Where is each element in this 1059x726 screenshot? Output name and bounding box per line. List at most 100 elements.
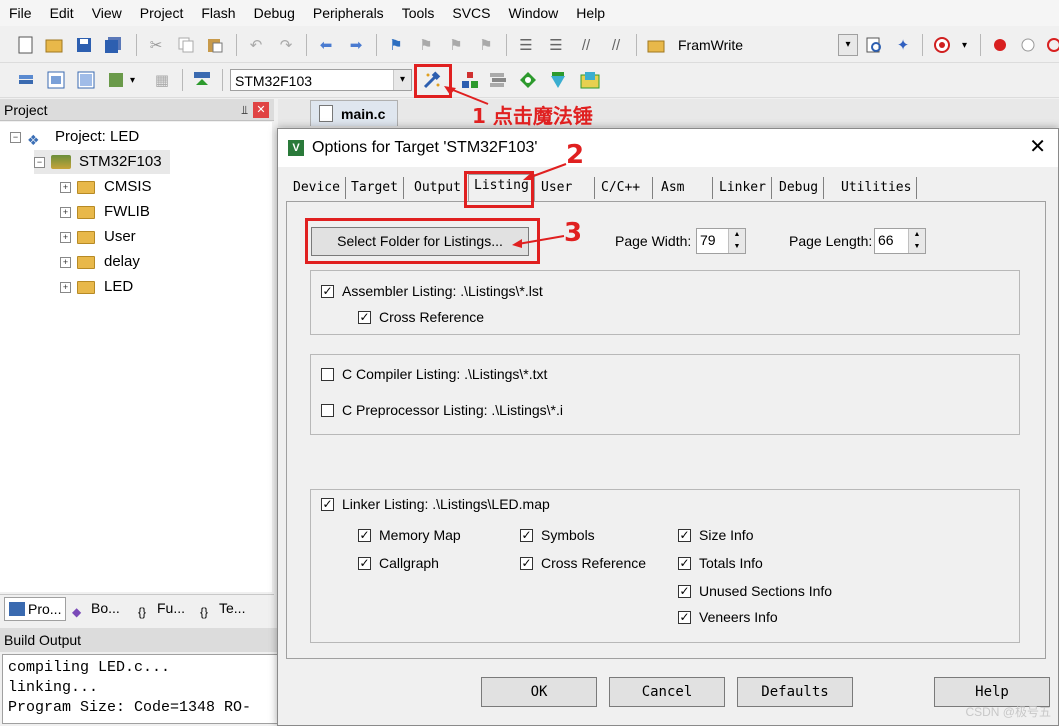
memory-map-checkbox[interactable]: ✓ Memory Map bbox=[358, 525, 461, 545]
translate-icon[interactable] bbox=[16, 70, 36, 90]
expand-icon[interactable]: + bbox=[60, 231, 71, 243]
checkbox-checked[interactable]: ✓ bbox=[358, 528, 371, 542]
tree-group[interactable]: + User bbox=[60, 225, 136, 249]
select-software-packs-icon[interactable] bbox=[548, 70, 568, 90]
target-select[interactable]: STM32F103 ▾ bbox=[230, 69, 412, 91]
file-extensions-icon[interactable] bbox=[488, 70, 508, 90]
menu-svcs[interactable]: SVCS bbox=[443, 0, 499, 26]
indent-icon[interactable]: ☰ bbox=[516, 35, 536, 55]
collapse-icon[interactable]: − bbox=[34, 156, 45, 168]
tree-group[interactable]: + CMSIS bbox=[60, 175, 152, 199]
asm-cross-reference-checkbox[interactable]: ✓ Cross Reference bbox=[358, 307, 484, 327]
tab-c-cpp[interactable]: C/C++ bbox=[596, 177, 653, 199]
save-all-icon[interactable] bbox=[104, 35, 124, 55]
tree-group[interactable]: + delay bbox=[60, 250, 140, 274]
save-icon[interactable] bbox=[74, 35, 94, 55]
breakpoint-icon[interactable] bbox=[990, 35, 1010, 55]
menu-tools[interactable]: Tools bbox=[393, 0, 444, 26]
find-dropdown[interactable]: ▾ bbox=[838, 34, 858, 56]
defaults-button[interactable]: Defaults bbox=[737, 677, 853, 707]
rebuild-icon[interactable] bbox=[76, 70, 96, 90]
linker-cross-reference-checkbox[interactable]: ✓ Cross Reference bbox=[520, 553, 646, 573]
collapse-icon[interactable]: − bbox=[10, 131, 21, 143]
menu-file[interactable]: File bbox=[0, 0, 41, 26]
menu-debug[interactable]: Debug bbox=[245, 0, 304, 26]
download-icon[interactable] bbox=[192, 70, 212, 90]
pin-icon[interactable]: ⫫ bbox=[241, 99, 248, 121]
expand-icon[interactable]: + bbox=[60, 206, 71, 218]
copy-icon[interactable] bbox=[176, 35, 196, 55]
tab-project[interactable]: Pro... bbox=[4, 597, 67, 621]
menu-help[interactable]: Help bbox=[567, 0, 614, 26]
spin-up-icon[interactable]: ▲ bbox=[728, 229, 745, 241]
batch-dropdown-arrow[interactable]: ▾ bbox=[130, 75, 135, 86]
checkbox-checked[interactable]: ✓ bbox=[678, 556, 691, 570]
tree-root[interactable]: − ❖ Project: LED bbox=[10, 125, 139, 149]
spin-down-icon[interactable]: ▼ bbox=[908, 241, 925, 253]
linker-listing-checkbox[interactable]: ✓ Linker Listing: .\Listings\LED.map bbox=[321, 494, 550, 514]
tab-debug[interactable]: Debug bbox=[774, 177, 825, 199]
c-preprocessor-listing-checkbox[interactable]: C Preprocessor Listing: .\Listings\*.i bbox=[321, 400, 563, 420]
callgraph-checkbox[interactable]: ✓ Callgraph bbox=[358, 553, 439, 573]
menu-flash[interactable]: Flash bbox=[192, 0, 244, 26]
chevron-down-icon[interactable]: ▾ bbox=[393, 70, 411, 90]
tab-target[interactable]: Target bbox=[346, 177, 404, 199]
comment-icon[interactable]: // bbox=[576, 35, 596, 55]
menu-view[interactable]: View bbox=[83, 0, 131, 26]
menu-window[interactable]: Window bbox=[500, 0, 568, 26]
batch-build-icon[interactable] bbox=[106, 70, 126, 90]
checkbox-checked[interactable]: ✓ bbox=[358, 556, 371, 570]
unused-sections-info-checkbox[interactable]: ✓ Unused Sections Info bbox=[678, 581, 832, 601]
bookmark-next-icon[interactable]: ⚑ bbox=[446, 35, 466, 55]
outdent-icon[interactable]: ☰ bbox=[546, 35, 566, 55]
menu-project[interactable]: Project bbox=[131, 0, 193, 26]
paste-icon[interactable] bbox=[205, 35, 225, 55]
cut-icon[interactable]: ✂ bbox=[146, 35, 166, 55]
tab-functions[interactable]: {} Fu... bbox=[138, 597, 185, 619]
checkbox-checked[interactable]: ✓ bbox=[520, 528, 533, 542]
tab-device[interactable]: Device bbox=[288, 177, 346, 199]
checkbox-checked[interactable]: ✓ bbox=[321, 284, 334, 298]
checkbox-checked[interactable]: ✓ bbox=[358, 310, 371, 324]
ok-button[interactable]: OK bbox=[481, 677, 597, 707]
stop-build-icon[interactable]: ▦ bbox=[152, 70, 172, 90]
framwrite-icon[interactable] bbox=[646, 35, 666, 55]
page-width-input[interactable]: 79 ▲ ▼ bbox=[696, 228, 746, 254]
checkbox-checked[interactable]: ✓ bbox=[678, 610, 691, 624]
incremental-find-icon[interactable]: ✦ bbox=[893, 35, 913, 55]
uncomment-icon[interactable]: // bbox=[606, 35, 626, 55]
manage-rte-icon[interactable] bbox=[518, 70, 538, 90]
find-in-files-icon[interactable] bbox=[864, 35, 884, 55]
menu-edit[interactable]: Edit bbox=[41, 0, 83, 26]
tree-group[interactable]: + FWLIB bbox=[60, 200, 150, 224]
checkbox-checked[interactable]: ✓ bbox=[520, 556, 533, 570]
bookmark-clear-icon[interactable]: ⚑ bbox=[476, 35, 496, 55]
size-info-checkbox[interactable]: ✓ Size Info bbox=[678, 525, 753, 545]
checkbox-checked[interactable]: ✓ bbox=[678, 528, 691, 542]
tab-linker[interactable]: Linker bbox=[714, 177, 772, 199]
tab-utilities[interactable]: Utilities bbox=[836, 177, 918, 199]
menu-peripherals[interactable]: Peripherals bbox=[304, 0, 393, 26]
debug-icon[interactable] bbox=[932, 35, 952, 55]
forward-icon[interactable]: ➡ bbox=[346, 35, 366, 55]
back-icon[interactable]: ⬅ bbox=[316, 35, 336, 55]
editor-tab-main-c[interactable]: main.c bbox=[310, 100, 398, 126]
expand-icon[interactable]: + bbox=[60, 281, 71, 293]
bookmark-prev-icon[interactable]: ⚑ bbox=[416, 35, 436, 55]
kill-breakpoints-icon[interactable] bbox=[1044, 35, 1059, 55]
tab-output[interactable]: Output bbox=[409, 177, 467, 199]
spin-down-icon[interactable]: ▼ bbox=[728, 241, 745, 253]
bookmark-icon[interactable]: ⚑ bbox=[386, 35, 406, 55]
pack-installer-icon[interactable] bbox=[580, 70, 600, 90]
c-compiler-listing-checkbox[interactable]: C Compiler Listing: .\Listings\*.txt bbox=[321, 364, 547, 384]
undo-icon[interactable]: ↶ bbox=[246, 35, 266, 55]
tab-asm[interactable]: Asm bbox=[656, 177, 713, 199]
page-length-input[interactable]: 66 ▲ ▼ bbox=[874, 228, 926, 254]
debug-dropdown-arrow[interactable]: ▾ bbox=[962, 40, 967, 51]
totals-info-checkbox[interactable]: ✓ Totals Info bbox=[678, 553, 763, 573]
tab-templates[interactable]: {} Te... bbox=[200, 597, 245, 619]
checkbox-unchecked[interactable] bbox=[321, 367, 334, 381]
expand-icon[interactable]: + bbox=[60, 181, 71, 193]
spin-up-icon[interactable]: ▲ bbox=[908, 229, 925, 241]
assembler-listing-checkbox[interactable]: ✓ Assembler Listing: .\Listings\*.lst bbox=[321, 281, 543, 301]
